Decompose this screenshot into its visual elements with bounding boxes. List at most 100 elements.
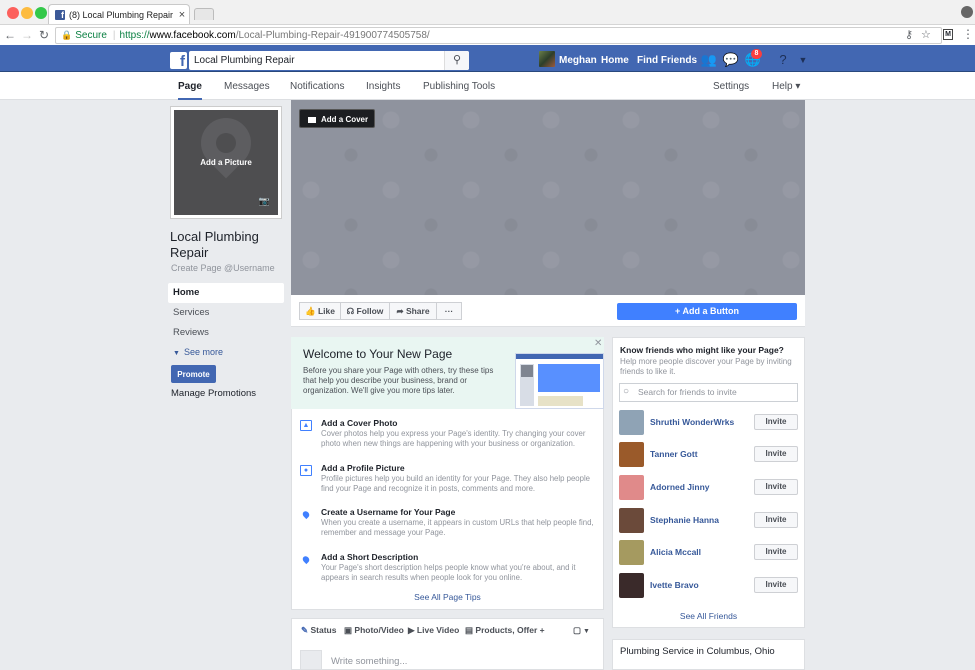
tip-add-profile-picture[interactable]: ● Add a Profile Picture Profile pictures… [291,459,604,503]
profile-picture[interactable]: Add a Picture 📷 [170,106,282,219]
avatar[interactable] [619,475,644,500]
like-button[interactable]: 👍 Like [299,302,341,320]
tab-messages[interactable]: Messages [224,72,270,100]
browser-tab[interactable]: f (8) Local Plumbing Repair - Ho × [48,4,190,24]
video-icon: ▶ [408,625,415,635]
products-icon: ▤ [465,625,474,635]
tab-close-icon[interactable]: × [175,9,189,21]
account-menu-chevron-down-icon[interactable]: ▼ [794,51,812,69]
avatar[interactable] [619,573,644,598]
sidebar-item-reviews[interactable]: Reviews [168,323,284,343]
address-bar[interactable]: 🔒 Secure | https:// www.facebook.com /Lo… [55,27,942,44]
minimize-window-button[interactable] [21,7,33,19]
tab-title: (8) Local Plumbing Repair - Ho [69,9,175,20]
bookmark-star-icon[interactable]: ☆ [921,28,931,41]
post-text-input[interactable]: Write something... [331,656,407,667]
close-icon[interactable]: ✕ [594,338,602,349]
avatar[interactable] [619,508,644,533]
tip-add-cover-photo[interactable]: ▲ Add a Cover Photo Cover photos help yo… [291,414,604,458]
see-more-label: See more [183,347,223,357]
friend-name[interactable]: Adorned Jinny [650,482,710,492]
tab-insights[interactable]: Insights [366,72,400,100]
key-icon[interactable]: ⚷ [905,28,913,41]
status-tab[interactable]: ✎ Status [301,625,336,636]
back-arrow-icon[interactable]: ← [3,27,17,43]
tab-notifications[interactable]: Notifications [290,72,344,100]
avatar[interactable] [619,540,644,565]
friend-name[interactable]: Alicia Mccall [650,547,701,557]
add-a-button-button[interactable]: + Add a Button [617,303,797,320]
tip-title: Add a Short Description [321,552,419,562]
composer-avatar [300,650,322,670]
sidebar-item-services[interactable]: Services [168,303,284,323]
products-offer-tab[interactable]: ▤ Products, Offer + [465,625,545,636]
see-all-page-tips-link[interactable]: See All Page Tips [291,592,604,602]
lightbulb-icon [301,509,311,520]
invite-button[interactable]: Invite [754,512,798,528]
help-question-icon[interactable]: ? [774,51,792,69]
facebook-favicon-icon: f [55,9,65,20]
see-all-friends-link[interactable]: See All Friends [612,611,805,621]
live-video-tab[interactable]: ▶ Live Video [408,625,459,636]
help-dropdown[interactable]: Help ▾ [772,72,800,100]
user-avatar[interactable] [539,51,555,67]
messenger-icon[interactable]: 💬 [722,51,740,69]
menu-dots-icon[interactable]: ⋮ [962,27,974,41]
lock-icon: 🔒 [61,30,73,40]
manage-promotions-link[interactable]: Manage Promotions [171,388,256,399]
camera-icon[interactable]: 📷 [259,196,270,207]
photo-video-tab[interactable]: ▣ Photo/Video [344,625,404,636]
maximize-window-button[interactable] [35,7,47,19]
sidebar-item-home[interactable]: Home [168,283,284,303]
invite-button[interactable]: Invite [754,446,798,462]
more-options-button[interactable]: ··· [436,302,462,320]
friend-search-input[interactable]: Search for friends to invite [619,383,798,402]
new-tab-button[interactable] [194,8,214,20]
avatar[interactable] [619,410,644,435]
list-item: Ivette Bravo Invite [619,573,798,598]
facebook-logo-icon[interactable]: f [170,52,187,69]
lightbulb-icon [301,554,311,565]
search-input[interactable]: Local Plumbing Repair [189,51,469,70]
tip-create-username[interactable]: Create a Username for Your Page When you… [291,503,604,547]
tab-publishing-tools[interactable]: Publishing Tools [423,72,495,100]
friend-name[interactable]: Ivette Bravo [650,580,699,590]
cover-photo-area [291,100,805,295]
browser-toolbar: ← → ↻ 🔒 Secure | https:// www.facebook.c… [0,24,975,45]
see-more-link[interactable]: ▼ See more [168,343,284,361]
settings-link[interactable]: Settings [713,72,749,100]
close-window-button[interactable] [7,7,19,19]
add-cover-button[interactable]: Add a Cover [299,109,375,128]
invite-button[interactable]: Invite [754,414,798,430]
friend-requests-icon[interactable]: 👥 [700,51,718,69]
follow-button[interactable]: ☊ Follow [340,302,390,320]
invite-button[interactable]: Invite [754,544,798,560]
extension-icon[interactable]: M [943,29,953,40]
avatar[interactable] [619,442,644,467]
tip-add-short-description[interactable]: Add a Short Description Your Page's shor… [291,548,604,592]
forward-arrow-icon[interactable]: → [20,27,34,43]
page-nav: Page Messages Notifications Insights Pub… [0,72,975,100]
audience-selector[interactable]: ▢ ▼ [573,625,590,636]
promote-button[interactable]: Promote [171,365,216,383]
friend-name[interactable]: Tanner Gott [650,449,698,459]
invite-button[interactable]: Invite [754,577,798,593]
tab-page[interactable]: Page [178,72,202,100]
profile-icon[interactable] [961,6,973,18]
user-name-link[interactable]: Meghan [559,51,597,70]
home-link[interactable]: Home [601,51,629,70]
reload-icon[interactable]: ↻ [37,27,51,43]
friend-name[interactable]: Stephanie Hanna [650,515,719,525]
rss-icon: ☊ [346,306,355,316]
invite-button[interactable]: Invite [754,479,798,495]
create-username-link[interactable]: Create Page @Username [171,263,275,273]
chevron-down-icon: ▼ [173,350,180,357]
left-menu: Home Services Reviews ▼ See more [168,283,284,361]
share-button[interactable]: ➦ Share [389,302,437,320]
search-icon[interactable]: ⚲ [444,51,469,70]
invite-friends-description: Help more people discover your Page by i… [620,357,792,376]
friend-name[interactable]: Shruthi WonderWrks [650,417,734,427]
status-label: Status [310,625,337,635]
find-friends-link[interactable]: Find Friends [637,51,697,70]
page-category: Plumbing Service in Columbus, Ohio [620,646,775,657]
